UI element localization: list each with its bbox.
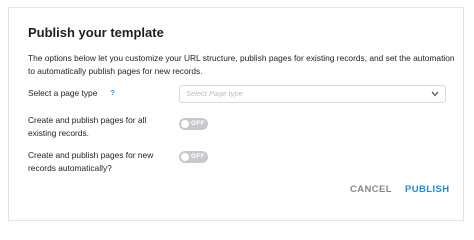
existing-records-label: Create and publish pages for all existin… [28, 114, 146, 140]
new-records-label-line1: Create and publish pages for new [28, 150, 154, 160]
page-type-placeholder: Select Page type [186, 89, 243, 98]
dialog-title: Publish your template [28, 25, 164, 40]
toggle-state-label: OFF [191, 120, 205, 127]
cancel-button[interactable]: CANCEL [350, 184, 392, 195]
page-type-label-row: Select a page type? [28, 87, 115, 100]
chevron-down-icon [431, 91, 439, 97]
toggle-state-label: OFF [191, 153, 205, 160]
existing-records-label-line1: Create and publish pages for all [28, 115, 147, 125]
publish-button[interactable]: PUBLISH [405, 184, 450, 195]
new-records-toggle[interactable]: OFF [179, 151, 208, 163]
new-records-label-line2: records automatically? [28, 163, 112, 173]
dialog-description: The options below let you customize your… [28, 53, 455, 76]
existing-records-label-line2: existing records. [28, 128, 89, 138]
question-mark-icon[interactable]: ? [110, 87, 114, 100]
toggle-knob [181, 153, 189, 161]
toggle-knob [181, 120, 189, 128]
publish-template-dialog: Publish your template The options below … [8, 7, 464, 221]
existing-records-toggle[interactable]: OFF [179, 118, 208, 130]
page-type-label: Select a page type [28, 88, 98, 98]
new-records-label: Create and publish pages for new records… [28, 149, 153, 175]
page-type-select[interactable]: Select Page type [179, 85, 446, 103]
